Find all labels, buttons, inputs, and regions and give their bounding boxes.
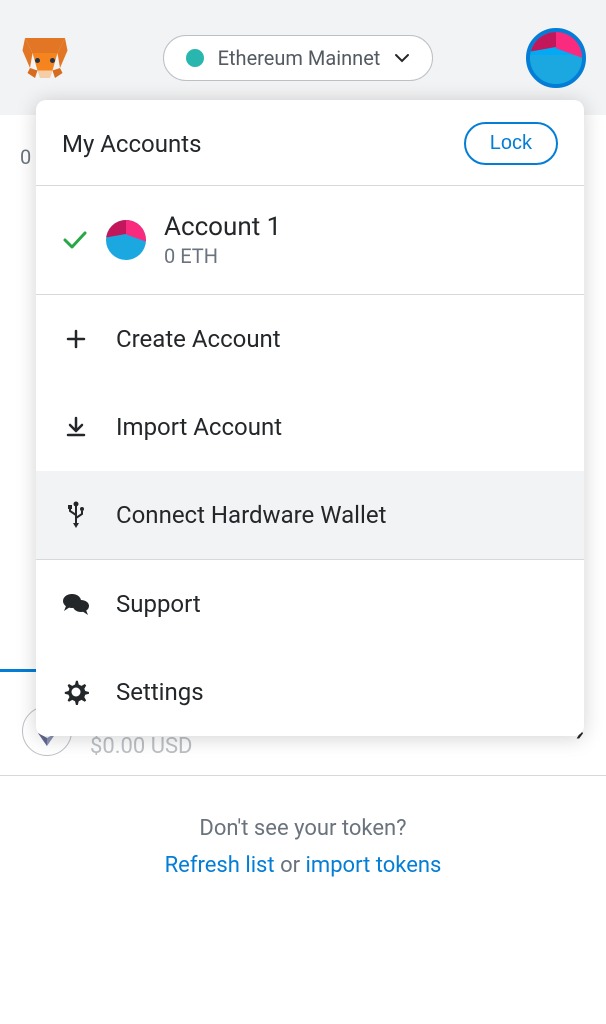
- dropdown-header: My Accounts Lock: [36, 100, 584, 185]
- dropdown-title: My Accounts: [62, 130, 201, 158]
- footer-prompt: Don't see your token?: [20, 816, 586, 841]
- gear-icon: [62, 678, 90, 706]
- lock-button[interactable]: Lock: [464, 122, 558, 165]
- create-account-item[interactable]: Create Account: [36, 295, 584, 383]
- app-header: Ethereum Mainnet: [0, 0, 606, 115]
- import-tokens-link[interactable]: import tokens: [306, 853, 442, 878]
- connect-hardware-item[interactable]: Connect Hardware Wallet: [36, 471, 584, 559]
- network-status-dot: [186, 49, 204, 67]
- menu-label: Support: [116, 590, 201, 618]
- support-item[interactable]: Support: [36, 560, 584, 648]
- refresh-list-link[interactable]: Refresh list: [165, 853, 275, 878]
- account-row-1[interactable]: Account 1 0 ETH: [36, 186, 584, 294]
- menu-label: Settings: [116, 678, 204, 706]
- menu-label: Connect Hardware Wallet: [116, 501, 386, 529]
- metamask-fox-logo: [20, 33, 70, 83]
- settings-item[interactable]: Settings: [36, 648, 584, 736]
- chat-icon: [62, 592, 90, 616]
- token-fiat: $0.00 USD: [90, 734, 558, 759]
- account-avatar-button[interactable]: [526, 28, 586, 88]
- chevron-down-icon: [394, 53, 410, 63]
- network-label: Ethereum Mainnet: [218, 46, 381, 70]
- menu-label: Create Account: [116, 325, 281, 353]
- usb-icon: [66, 501, 86, 529]
- footer-or: or: [280, 853, 300, 878]
- plus-icon: [64, 327, 88, 351]
- network-selector[interactable]: Ethereum Mainnet: [163, 35, 434, 81]
- footer: Don't see your token? Refresh list or im…: [0, 776, 606, 898]
- account-name: Account 1: [164, 212, 281, 242]
- account-avatar-small: [106, 220, 146, 260]
- menu-label: Import Account: [116, 413, 282, 441]
- download-icon: [64, 415, 88, 439]
- check-icon: [62, 230, 88, 250]
- import-account-item[interactable]: Import Account: [36, 383, 584, 471]
- accounts-dropdown: My Accounts Lock Account 1 0 ETH Create …: [36, 100, 584, 736]
- account-balance: 0 ETH: [164, 244, 281, 268]
